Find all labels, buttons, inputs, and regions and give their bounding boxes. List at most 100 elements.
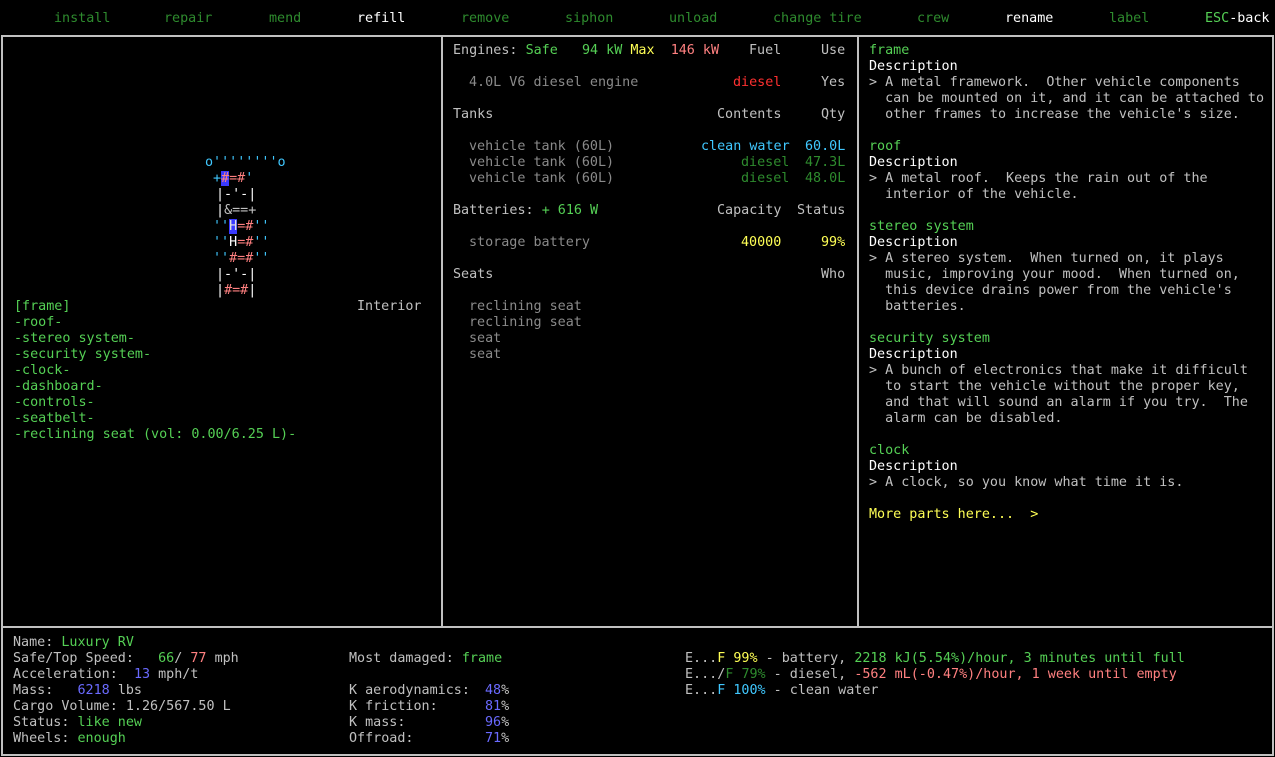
stat-name: Name: Luxury RV [13, 635, 134, 650]
tanks-header: Tanks [453, 107, 494, 122]
divider-left [441, 35, 443, 628]
part-title: clock [869, 443, 910, 458]
diagram-row: +#=#' [213, 171, 254, 186]
k-mass-label: K mass: [349, 715, 406, 730]
k-friction-label: K friction: [349, 699, 438, 714]
engines-header: Engines: Safe 94 kW Max 146 kW [453, 43, 720, 58]
use-header: Use [821, 43, 846, 58]
list-item[interactable]: -roof- [14, 315, 62, 331]
diagram-row: ''#=#'' [213, 251, 270, 266]
stat-wheels: Wheels: enough [13, 731, 126, 746]
offroad-value: 71% [485, 731, 510, 746]
qty-header: Qty [821, 107, 846, 122]
k-friction-value: 81% [485, 699, 510, 714]
stat-cargo: Cargo Volume: 1.26/567.50 L [13, 699, 231, 714]
list-item[interactable]: -clock- [14, 363, 70, 379]
seat-name: reclining seat [469, 299, 582, 314]
diagram-row: |-'-| [216, 187, 257, 202]
list-item[interactable]: -security system- [14, 347, 151, 363]
desc-line: > A bunch of electronics that make it di… [869, 363, 1248, 378]
diagram-row: o''''''''o [205, 155, 286, 170]
desc-line: alarm can be disabled. [869, 411, 1063, 426]
tank-contents: diesel [741, 155, 790, 170]
part-title: stereo system [869, 219, 974, 234]
list-item[interactable]: -seatbelt- [14, 411, 95, 427]
part-title: frame [869, 43, 910, 58]
engine-fuel: diesel [733, 75, 782, 90]
fuel-gauge-diesel: E.../F 79% - diesel, -562 mL(-0.47%)/hou… [685, 667, 1177, 682]
menu-label[interactable]: label [1109, 11, 1149, 27]
tank-qty: 60.0L [805, 139, 846, 154]
esc-label: -back [1229, 11, 1270, 26]
seat-name: seat [469, 347, 502, 362]
offroad-label: Offroad: [349, 731, 414, 746]
menu-siphon[interactable]: siphon [565, 11, 613, 27]
stat-status: Status: like new [13, 715, 142, 730]
desc-line: and that will sound an alarm if you try.… [869, 395, 1248, 410]
desc-label: Description [869, 459, 958, 474]
desc-line: other frames to increase the vehicle's s… [869, 107, 1240, 122]
diagram-row: ''H=#'' [213, 235, 270, 250]
seat-name: reclining seat [469, 315, 582, 330]
desc-label: Description [869, 59, 958, 74]
capacity-header: Capacity [717, 203, 782, 218]
k-aero-label: K aerodynamics: [349, 683, 470, 698]
diagram-row: |-'-| [216, 267, 257, 282]
more-parts-link[interactable]: More parts here... > [869, 507, 1038, 523]
list-item[interactable]: -controls- [14, 395, 95, 411]
menu-crew[interactable]: crew [917, 11, 949, 27]
fuel-gauge-battery: E...F 99% - battery, 2218 kJ(5.54%)/hour… [685, 651, 1185, 666]
desc-line: > A clock, so you know what time it is. [869, 475, 1184, 490]
desc-line: this device drains power from the vehicl… [869, 283, 1232, 298]
engine-use: Yes [821, 75, 846, 90]
menu-repair[interactable]: repair [164, 11, 212, 27]
battery-status: 99% [821, 235, 846, 250]
part-list-selected[interactable]: [frame] [14, 299, 70, 315]
tank-name: vehicle tank (60L) [469, 139, 615, 154]
fuel-gauge-water: E...F 100% - clean water [685, 683, 879, 698]
stat-most-damaged: Most damaged: frame [349, 651, 503, 666]
tank-qty: 48.0L [805, 171, 846, 186]
tank-contents: clean water [701, 139, 790, 154]
menu-install[interactable]: install [54, 11, 110, 27]
divider-right [857, 35, 859, 628]
menu-remove[interactable]: remove [461, 11, 509, 27]
tank-contents: diesel [741, 171, 790, 186]
desc-line: interior of the vehicle. [869, 187, 1079, 202]
stat-mass: Mass: 6218 lbs [13, 683, 142, 698]
desc-line: > A metal framework. Other vehicle compo… [869, 75, 1240, 90]
battery-capacity: 40000 [741, 235, 782, 250]
desc-label: Description [869, 155, 958, 170]
k-mass-value: 96% [485, 715, 510, 730]
status-header: Status [797, 203, 846, 218]
desc-line: to start the vehicle without the proper … [869, 379, 1240, 394]
tank-name: vehicle tank (60L) [469, 171, 615, 186]
diagram-row: |&==+ [216, 203, 257, 218]
list-item[interactable]: -stereo system- [14, 331, 135, 347]
desc-line: > A metal roof. Keeps the rain out of th… [869, 171, 1208, 186]
menu-mend[interactable]: mend [269, 11, 301, 27]
who-header: Who [821, 267, 846, 282]
k-aero-value: 48% [485, 683, 510, 698]
stat-speed: Safe/Top Speed: 66/ 77 mph [13, 651, 239, 666]
desc-label: Description [869, 347, 958, 362]
location-label: Interior [357, 299, 422, 314]
menu-esc-back[interactable]: ESC-back [1205, 11, 1270, 27]
list-item[interactable]: -dashboard- [14, 379, 103, 395]
menu-rename[interactable]: rename [1005, 11, 1053, 27]
batteries-header: Batteries: + 616 W [453, 203, 599, 218]
menu-unload[interactable]: unload [669, 11, 717, 27]
desc-line: > A stereo system. When turned on, it pl… [869, 251, 1224, 266]
desc-label: Description [869, 235, 958, 250]
list-item[interactable]: -reclining seat (vol: 0.00/6.25 L)- [14, 427, 296, 443]
diagram-row: ''H=#'' [213, 219, 270, 234]
fuel-header: Fuel [749, 43, 782, 58]
seat-name: seat [469, 331, 502, 346]
diagram-row: |#=#| [216, 283, 257, 298]
desc-line: can be mounted on it, and it can be atta… [869, 91, 1265, 106]
desc-line: music, improving your mood. When turned … [869, 267, 1240, 282]
desc-line: batteries. [869, 299, 966, 314]
menu-change-tire[interactable]: change tire [773, 11, 862, 27]
menu-refill[interactable]: refill [357, 11, 405, 27]
part-title: security system [869, 331, 990, 346]
